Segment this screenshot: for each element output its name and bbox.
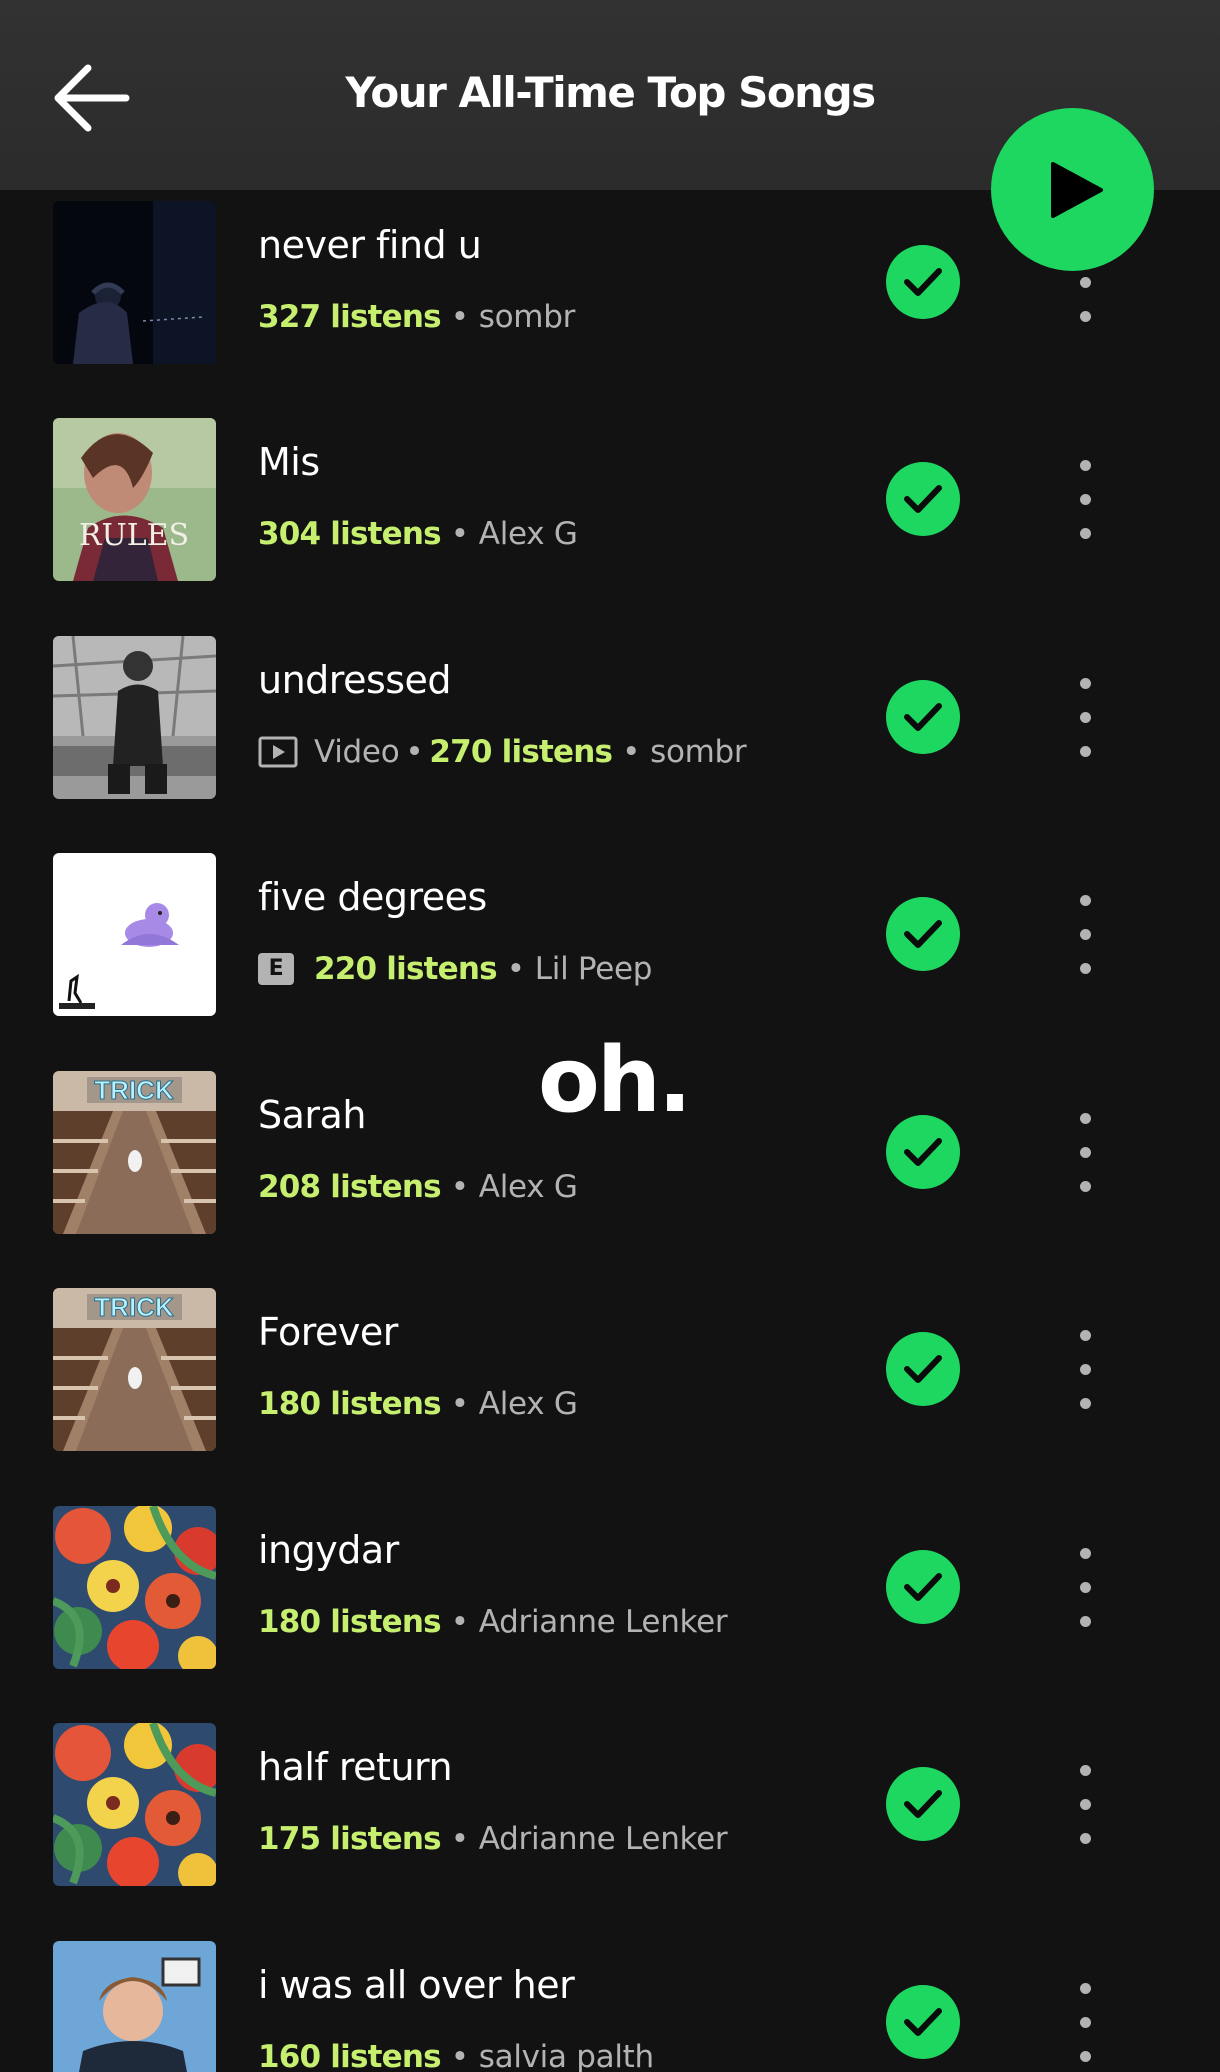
song-title: never find u [258,223,482,267]
album-cover: TRICK [53,1071,216,1234]
listen-count: 208 listens [258,1169,442,1205]
saved-check-icon[interactable] [886,1767,960,1841]
content-type: Video [314,734,400,770]
artist-name[interactable]: Adrianne Lenker [479,1604,728,1640]
song-title: i was all over her [258,1963,575,2007]
saved-check-icon[interactable] [886,462,960,536]
more-options-icon[interactable] [1070,1983,1100,2063]
artist-name[interactable]: sombr [650,734,747,770]
song-meta: 175 listens • Adrianne Lenker [258,1821,728,1857]
listen-count: 175 listens [258,1821,442,1857]
album-cover [53,201,216,364]
artist-name[interactable]: salvia palth [479,2039,654,2072]
list-item[interactable]: half return 175 listens • Adrianne Lenke… [0,1723,1220,1923]
listen-count: 270 listens [429,734,613,770]
separator-dot: • [506,951,525,987]
artist-name[interactable]: Alex G [479,1169,578,1205]
explicit-badge: E [258,953,294,985]
separator-dot: • [450,1386,469,1422]
list-item[interactable]: undressed Video • 270 listens • sombr [0,636,1220,836]
saved-check-icon[interactable] [886,897,960,971]
album-cover [53,1506,216,1669]
album-cover [53,1723,216,1886]
separator-dot: • [405,734,424,770]
list-item[interactable]: RULES Mis 304 listens • Alex G [0,418,1220,618]
separator-dot: • [450,1821,469,1857]
song-meta: 180 listens • Adrianne Lenker [258,1604,728,1640]
saved-check-icon[interactable] [886,680,960,754]
video-icon [258,736,298,768]
song-meta: 160 listens • salvia palth [258,2039,654,2072]
play-button[interactable] [991,108,1154,271]
album-cover [53,1941,216,2072]
more-options-icon[interactable] [1070,1548,1100,1628]
separator-dot: • [622,734,641,770]
separator-dot: • [450,299,469,335]
song-title: half return [258,1745,453,1789]
cover-text: TRICK [94,1075,174,1105]
saved-check-icon[interactable] [886,1985,960,2059]
listen-count: 180 listens [258,1386,442,1422]
more-options-icon[interactable] [1070,460,1100,540]
list-item[interactable]: ingydar 180 listens • Adrianne Lenker [0,1506,1220,1706]
listen-count: 160 listens [258,2039,442,2072]
song-meta: E 220 listens • Lil Peep [258,951,652,987]
saved-check-icon[interactable] [886,1550,960,1624]
song-meta: Video • 270 listens • sombr [258,734,747,770]
song-title: Sarah [258,1093,366,1137]
artist-name[interactable]: Lil Peep [535,951,653,987]
artist-name[interactable]: sombr [479,299,576,335]
overlay-caption: oh. [538,1028,692,1133]
artist-name[interactable]: Alex G [479,1386,578,1422]
page-title: Your All-Time Top Songs [345,68,876,117]
saved-check-icon[interactable] [886,245,960,319]
listen-count: 180 listens [258,1604,442,1640]
separator-dot: • [450,1604,469,1640]
separator-dot: • [450,516,469,552]
top-songs-screen: never find u 327 listens • sombr RULES M… [0,0,1220,2072]
separator-dot: • [450,1169,469,1205]
artist-name[interactable]: Alex G [479,516,578,552]
more-options-icon[interactable] [1070,1765,1100,1845]
list-item[interactable]: five degrees E 220 listens • Lil Peep [0,853,1220,1053]
song-title: Forever [258,1310,398,1354]
more-options-icon[interactable] [1070,1330,1100,1410]
song-title: Mis [258,440,320,484]
list-item[interactable]: TRICK Forever 180 listens • Alex G [0,1288,1220,1488]
listen-count: 304 listens [258,516,442,552]
listen-count: 327 listens [258,299,442,335]
song-title: undressed [258,658,452,702]
album-cover [53,853,216,1016]
separator-dot: • [450,2039,469,2072]
listen-count: 220 listens [314,951,498,987]
song-meta: 208 listens • Alex G [258,1169,578,1205]
list-item[interactable]: i was all over her 160 listens • salvia … [0,1941,1220,2072]
saved-check-icon[interactable] [886,1332,960,1406]
song-meta: 304 listens • Alex G [258,516,578,552]
more-options-icon[interactable] [1070,895,1100,975]
song-meta: 180 listens • Alex G [258,1386,578,1422]
album-cover: RULES [53,418,216,581]
more-options-icon[interactable] [1070,1113,1100,1193]
saved-check-icon[interactable] [886,1115,960,1189]
song-title: five degrees [258,875,487,919]
song-meta: 327 listens • sombr [258,299,575,335]
play-icon [1051,162,1103,218]
song-title: ingydar [258,1528,399,1572]
cover-text: TRICK [94,1292,174,1322]
album-cover: TRICK [53,1288,216,1451]
artist-name[interactable]: Adrianne Lenker [479,1821,728,1857]
more-options-icon[interactable] [1070,678,1100,758]
album-cover [53,636,216,799]
cover-text: RULES [79,518,189,553]
